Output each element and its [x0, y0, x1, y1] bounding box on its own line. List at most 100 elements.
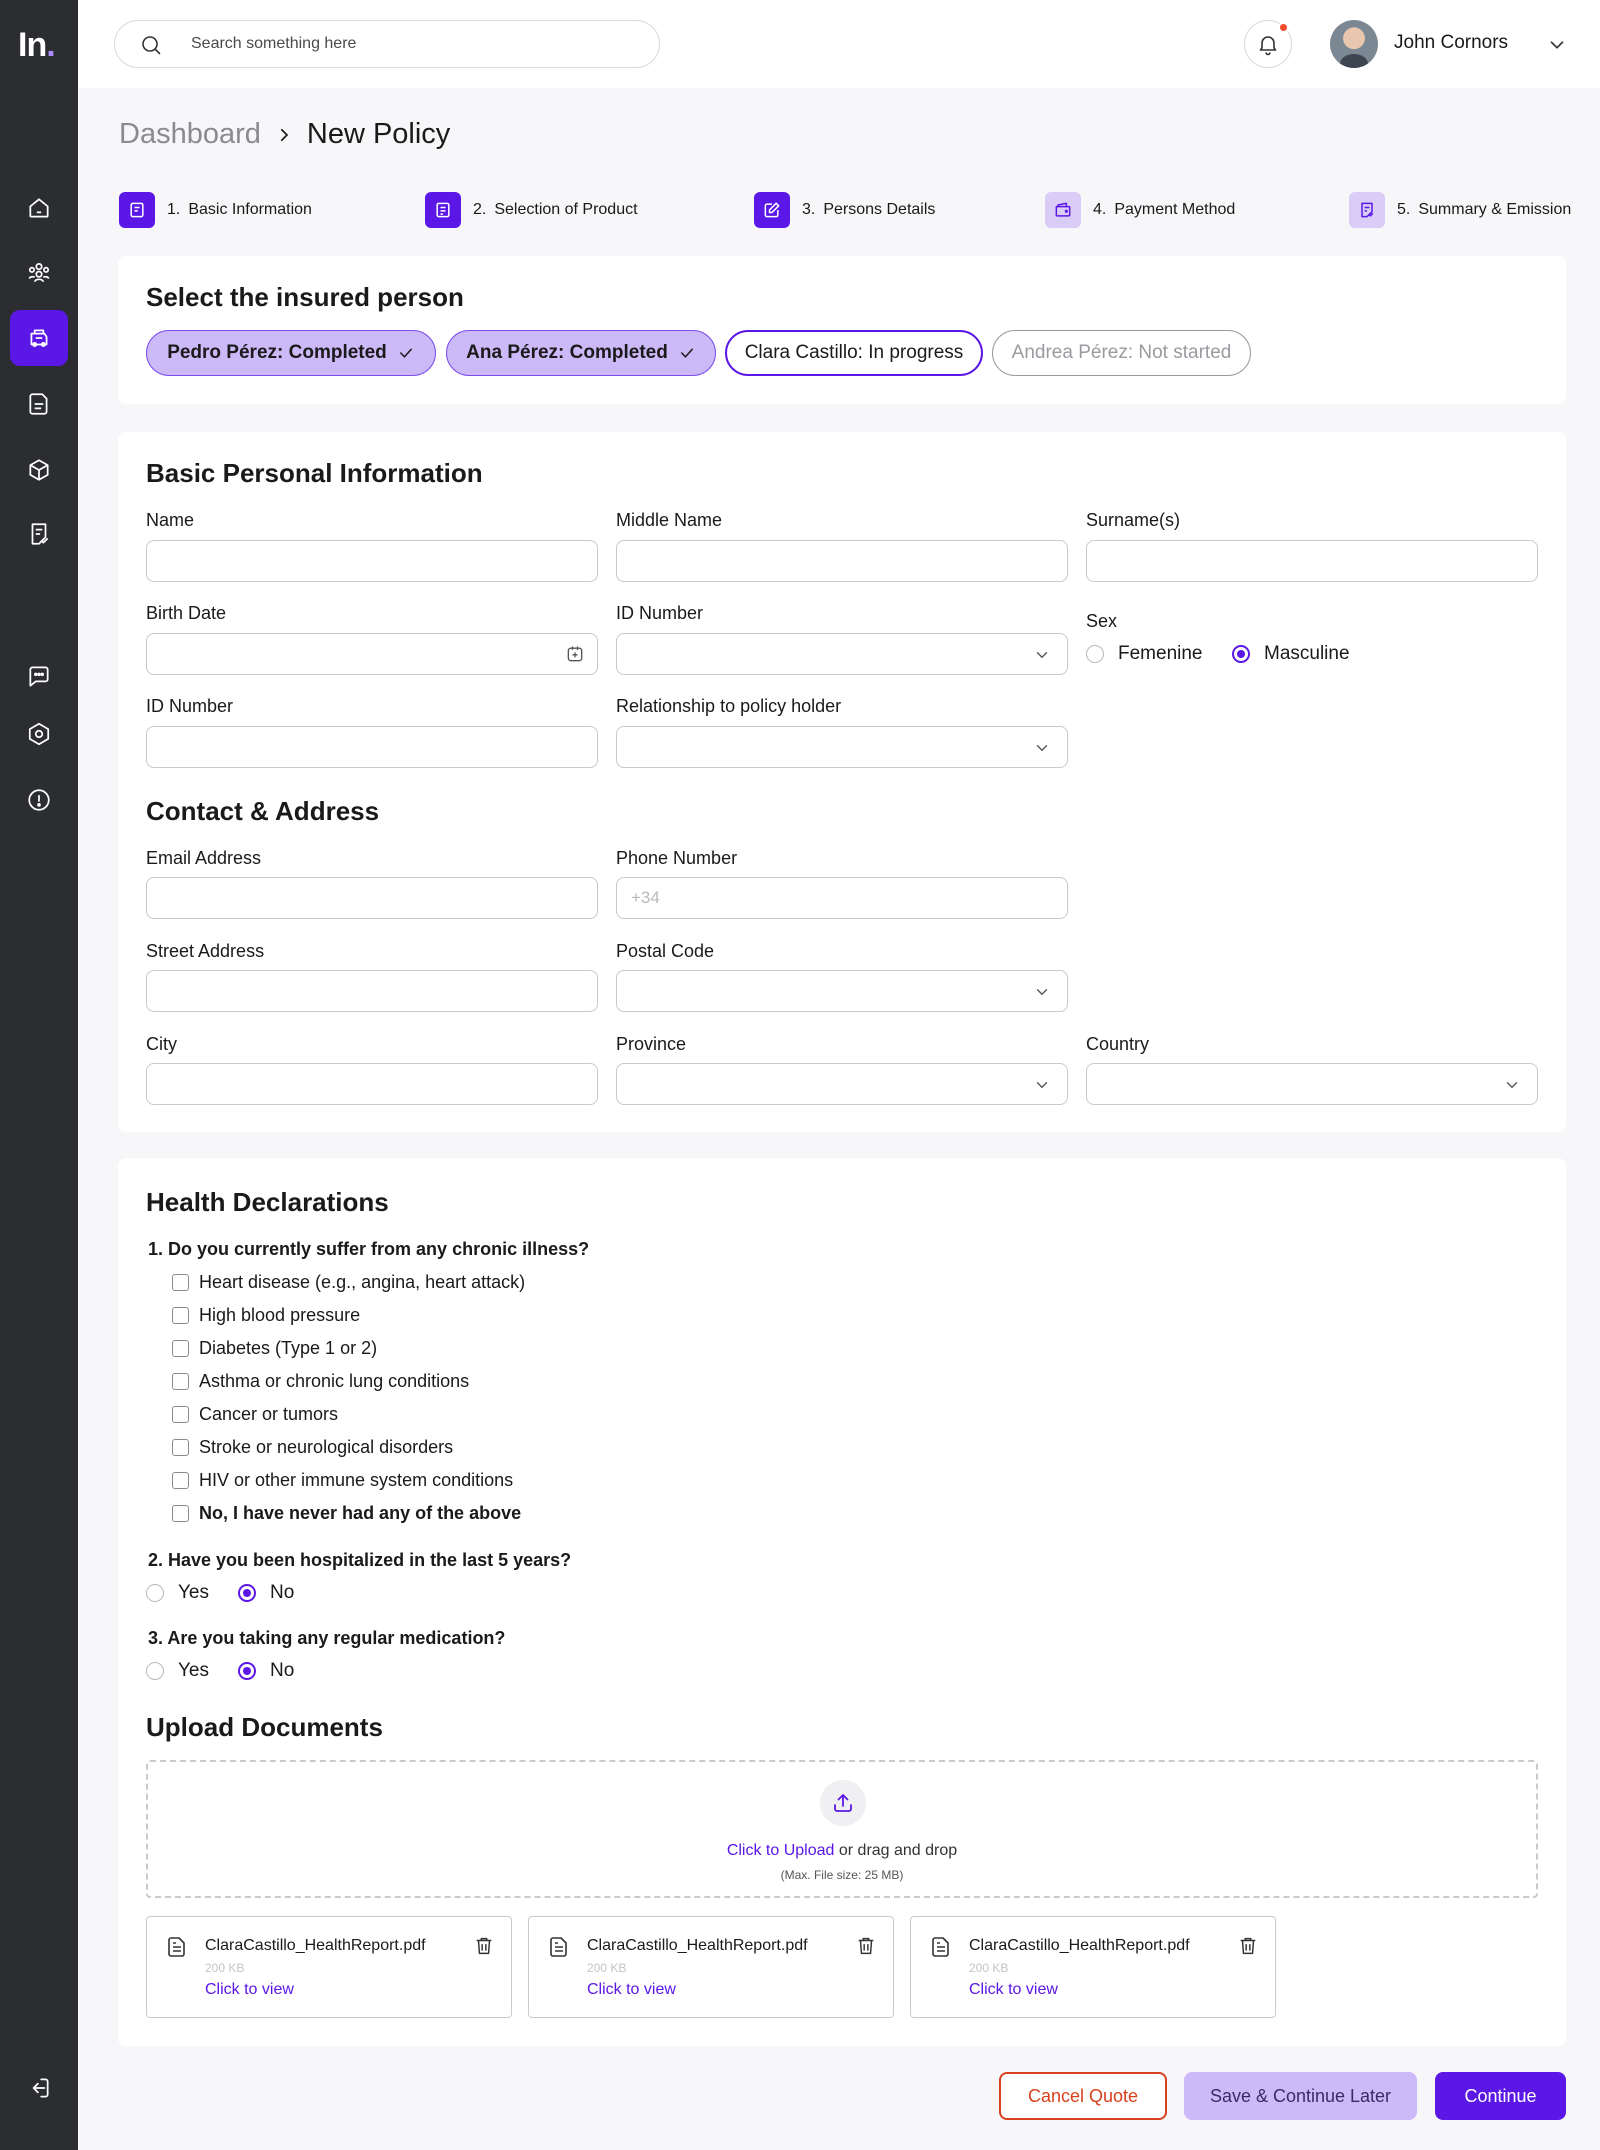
sidebar-item-documents[interactable] [10, 376, 68, 432]
checkbox-high-blood-pressure[interactable]: High blood pressure [172, 1305, 360, 1326]
breadcrumb-dashboard[interactable]: Dashboard [119, 118, 261, 151]
trash-icon[interactable] [855, 1935, 877, 1957]
trash-icon[interactable] [1237, 1935, 1259, 1957]
sidebar-item-help[interactable] [10, 772, 68, 828]
checkbox-heart-disease[interactable]: Heart disease (e.g., angina, heart attac… [172, 1272, 525, 1293]
file-view-link[interactable]: Click to view [969, 1981, 1058, 1999]
person-pill-clara-castillo[interactable]: Clara Castillo: In progress [725, 330, 983, 376]
country-select[interactable] [1086, 1063, 1538, 1105]
search-bar[interactable] [114, 20, 660, 68]
phone-input[interactable] [617, 878, 1067, 918]
calendar-icon[interactable] [565, 644, 585, 664]
search-input[interactable] [191, 31, 631, 57]
surname-input[interactable] [1087, 541, 1537, 581]
name-input[interactable] [147, 541, 597, 581]
sidebar-item-policies[interactable] [10, 310, 68, 366]
id-number-2-input[interactable] [147, 727, 597, 767]
hospitalized-yes[interactable]: Yes [146, 1582, 209, 1604]
city-input[interactable] [147, 1064, 597, 1104]
save-continue-later-button[interactable]: Save & Continue Later [1184, 2072, 1417, 2120]
city-field[interactable] [146, 1063, 598, 1105]
checklist-icon [436, 202, 450, 218]
relationship-select[interactable] [616, 726, 1068, 768]
email-input[interactable] [147, 878, 597, 918]
hospitalized-no[interactable]: No [238, 1582, 294, 1604]
street-input[interactable] [147, 971, 597, 1011]
chevron-down-icon [1036, 652, 1048, 659]
breadcrumb: Dashboard New Policy [119, 118, 450, 151]
checkbox-box [172, 1373, 189, 1390]
province-select[interactable] [616, 1063, 1068, 1105]
bell-icon [1259, 36, 1277, 56]
middle-name-field[interactable] [616, 540, 1068, 582]
sex-option-femenine[interactable]: Femenine [1086, 643, 1203, 665]
edit-icon [764, 202, 780, 218]
step-1-number: 1. [167, 201, 181, 218]
file-view-link[interactable]: Click to view [587, 1981, 676, 1999]
checkbox-asthma[interactable]: Asthma or chronic lung conditions [172, 1371, 469, 1392]
sidebar-item-products[interactable] [10, 442, 68, 498]
birth-date-field[interactable] [146, 633, 598, 675]
radio-label: No [270, 1582, 295, 1603]
surname-field[interactable] [1086, 540, 1538, 582]
step-selection-of-product[interactable]: 2. Selection of Product [425, 192, 638, 228]
sidebar-item-logout[interactable] [10, 2060, 68, 2116]
sidebar-item-settings[interactable] [10, 706, 68, 762]
person-pill-andrea-perez[interactable]: Andrea Pérez: Not started [992, 330, 1251, 376]
logo-dot: . [46, 26, 56, 64]
chevron-down-icon[interactable] [1546, 34, 1568, 56]
trash-icon[interactable] [473, 1935, 495, 1957]
file-name: ClaraCastillo_HealthReport.pdf [587, 1937, 808, 1954]
brand-logo[interactable]: In. [18, 26, 56, 65]
wallet-icon [1055, 202, 1071, 217]
step-summary-emission[interactable]: 5. Summary & Emission [1349, 192, 1571, 228]
cancel-quote-button[interactable]: Cancel Quote [999, 2072, 1167, 2120]
middle-name-input[interactable] [617, 541, 1067, 581]
id-number-2-field[interactable] [146, 726, 598, 768]
medication-yes[interactable]: Yes [146, 1660, 209, 1682]
checkbox-none-of-above[interactable]: No, I have never had any of the above [172, 1503, 521, 1524]
street-field[interactable] [146, 970, 598, 1012]
summary-icon [1361, 202, 1374, 218]
click-to-upload-link[interactable]: Click to Upload [727, 1842, 835, 1859]
checkbox-stroke[interactable]: Stroke or neurological disorders [172, 1437, 453, 1458]
chevron-down-icon [1036, 745, 1048, 752]
checkbox-box [172, 1307, 189, 1324]
checkbox-diabetes[interactable]: Diabetes (Type 1 or 2) [172, 1338, 377, 1359]
name-field[interactable] [146, 540, 598, 582]
checkbox-hiv[interactable]: HIV or other immune system conditions [172, 1470, 513, 1491]
checkbox-cancer[interactable]: Cancer or tumors [172, 1404, 338, 1425]
sex-option-masculine[interactable]: Masculine [1232, 643, 1350, 665]
step-basic-information[interactable]: 1. Basic Information [119, 192, 312, 228]
checkbox-box [172, 1274, 189, 1291]
step-1-label: Basic Information [188, 201, 312, 218]
checkbox-label: Heart disease (e.g., angina, heart attac… [199, 1272, 526, 1292]
upload-dropzone[interactable]: Click to Upload or drag and drop (Max. F… [146, 1760, 1538, 1898]
medication-no[interactable]: No [238, 1660, 294, 1682]
person-pill-ana-perez[interactable]: Ana Pérez: Completed [446, 330, 716, 376]
sidebar-item-home[interactable] [10, 180, 68, 236]
logo-text: In [18, 26, 47, 64]
step-persons-details[interactable]: 3. Persons Details [754, 192, 935, 228]
sidebar-item-users[interactable] [10, 244, 68, 300]
avatar[interactable] [1330, 20, 1378, 68]
checkbox-box [172, 1406, 189, 1423]
postal-code-select[interactable] [616, 970, 1068, 1012]
birth-date-input[interactable] [147, 634, 597, 674]
sidebar-item-reports[interactable] [10, 506, 68, 562]
sidebar-item-messages[interactable] [10, 648, 68, 704]
continue-button[interactable]: Continue [1435, 2072, 1566, 2120]
person-pill-pedro-perez[interactable]: Pedro Pérez: Completed [146, 330, 436, 376]
radio-circle [146, 1662, 164, 1680]
notifications-button[interactable] [1244, 20, 1292, 68]
checkbox-box [172, 1439, 189, 1456]
email-field[interactable] [146, 877, 598, 919]
file-view-link[interactable]: Click to view [205, 1981, 294, 1999]
step-payment-method[interactable]: 4. Payment Method [1045, 192, 1235, 228]
reports-icon [31, 523, 49, 545]
step-5-label: Summary & Emission [1418, 201, 1572, 218]
radio-label: Yes [178, 1582, 209, 1603]
file-size: 200 KB [205, 1961, 245, 1975]
phone-field[interactable] [616, 877, 1068, 919]
id-number-select[interactable] [616, 633, 1068, 675]
